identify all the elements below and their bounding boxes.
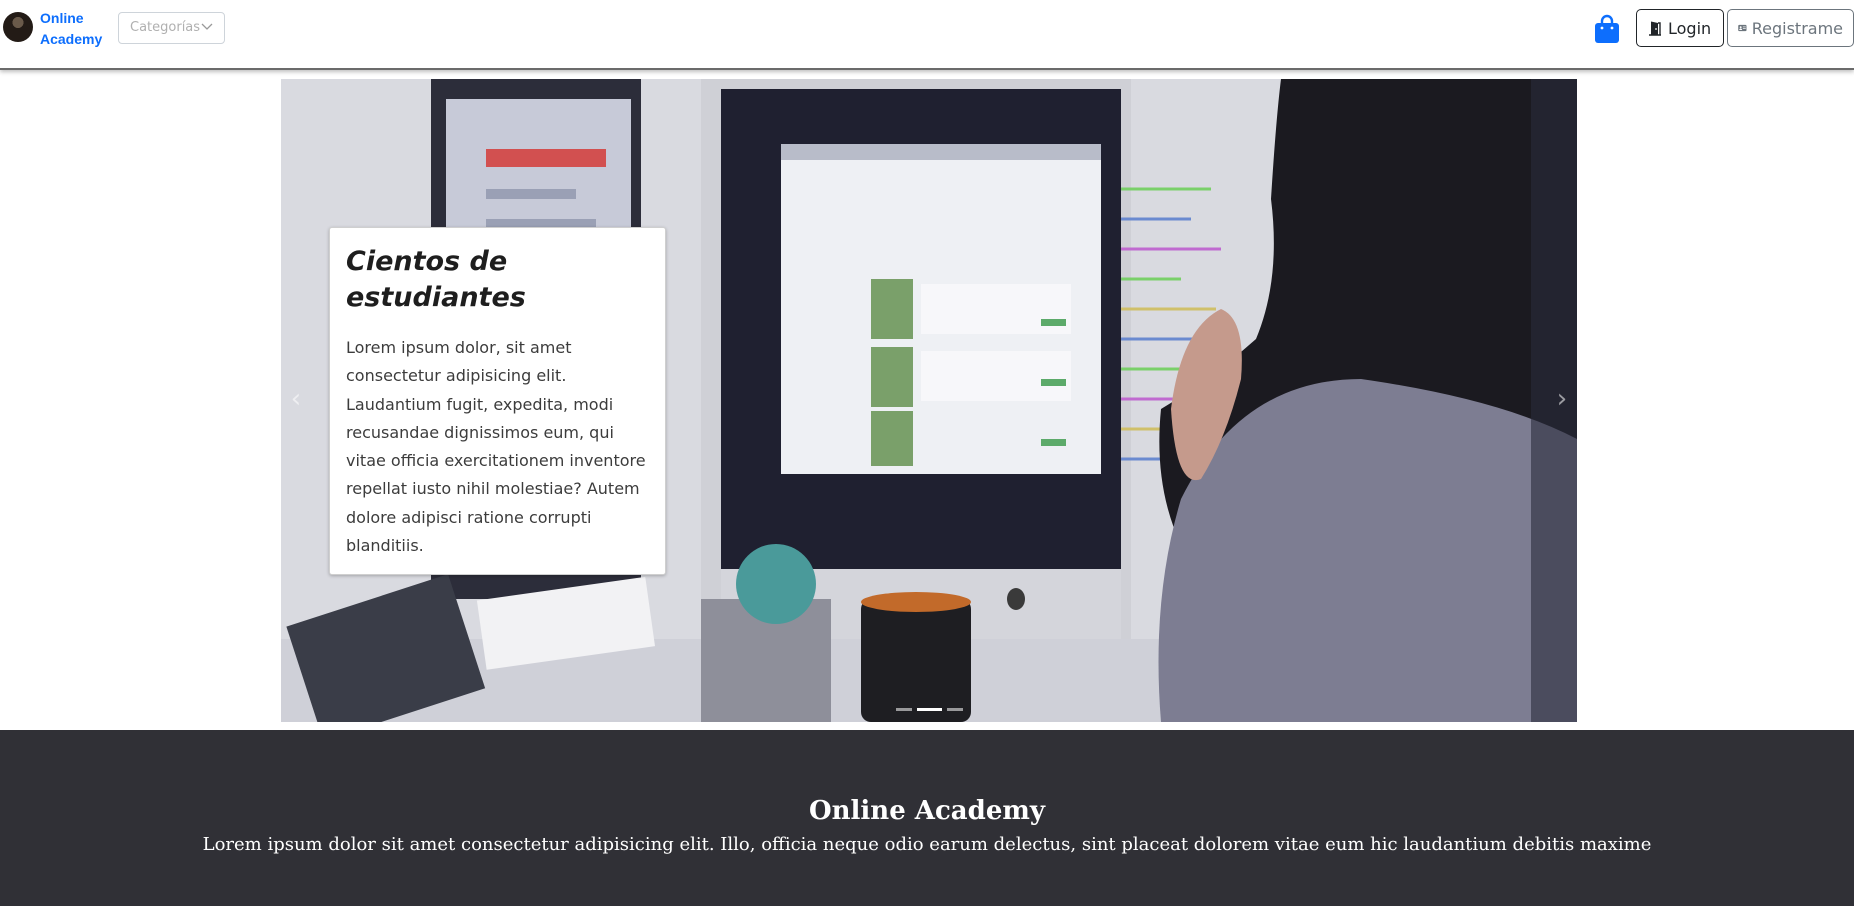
carousel-next-button[interactable]: › [1547, 379, 1577, 419]
shopping-bag-icon[interactable] [1593, 14, 1621, 44]
hero-carousel: Cientos de estudiantes Lorem ipsum dolor… [281, 79, 1577, 722]
carousel-indicators [281, 708, 1577, 711]
navbar: Online Academy Categorías Login Registra… [0, 0, 1854, 70]
footer-text: Lorem ipsum dolor sit amet consectetur a… [202, 834, 1652, 855]
footer-title: Online Academy [809, 796, 1045, 826]
door-icon [1649, 21, 1661, 36]
register-button[interactable]: Registrame [1727, 9, 1854, 47]
carousel-indicator-1[interactable] [895, 708, 912, 711]
categories-dropdown[interactable]: Categorías [118, 12, 225, 44]
slide-caption: Cientos de estudiantes Lorem ipsum dolor… [329, 227, 666, 575]
slide-caption-title: Cientos de estudiantes [346, 246, 526, 313]
carousel-indicator-3[interactable] [946, 708, 963, 711]
categories-dropdown-value: Categorías [130, 20, 201, 35]
login-button[interactable]: Login [1636, 9, 1724, 47]
register-button-label: Registrame [1751, 18, 1843, 38]
carousel-indicator-2[interactable] [916, 708, 942, 711]
id-card-icon [1738, 24, 1747, 32]
chevron-left-icon: ‹ [290, 384, 302, 414]
brand-logo[interactable] [3, 12, 33, 42]
footer: Online Academy Lorem ipsum dolor sit ame… [0, 730, 1854, 906]
chevron-right-icon: › [1556, 384, 1568, 414]
carousel-prev-button[interactable]: ‹ [281, 379, 311, 419]
slide-caption-text: Lorem ipsum dolor, sit amet consectetur … [346, 338, 646, 556]
brand-link[interactable]: Online Academy [40, 8, 120, 50]
login-button-label: Login [1668, 18, 1712, 38]
chevron-down-icon [201, 23, 213, 30]
